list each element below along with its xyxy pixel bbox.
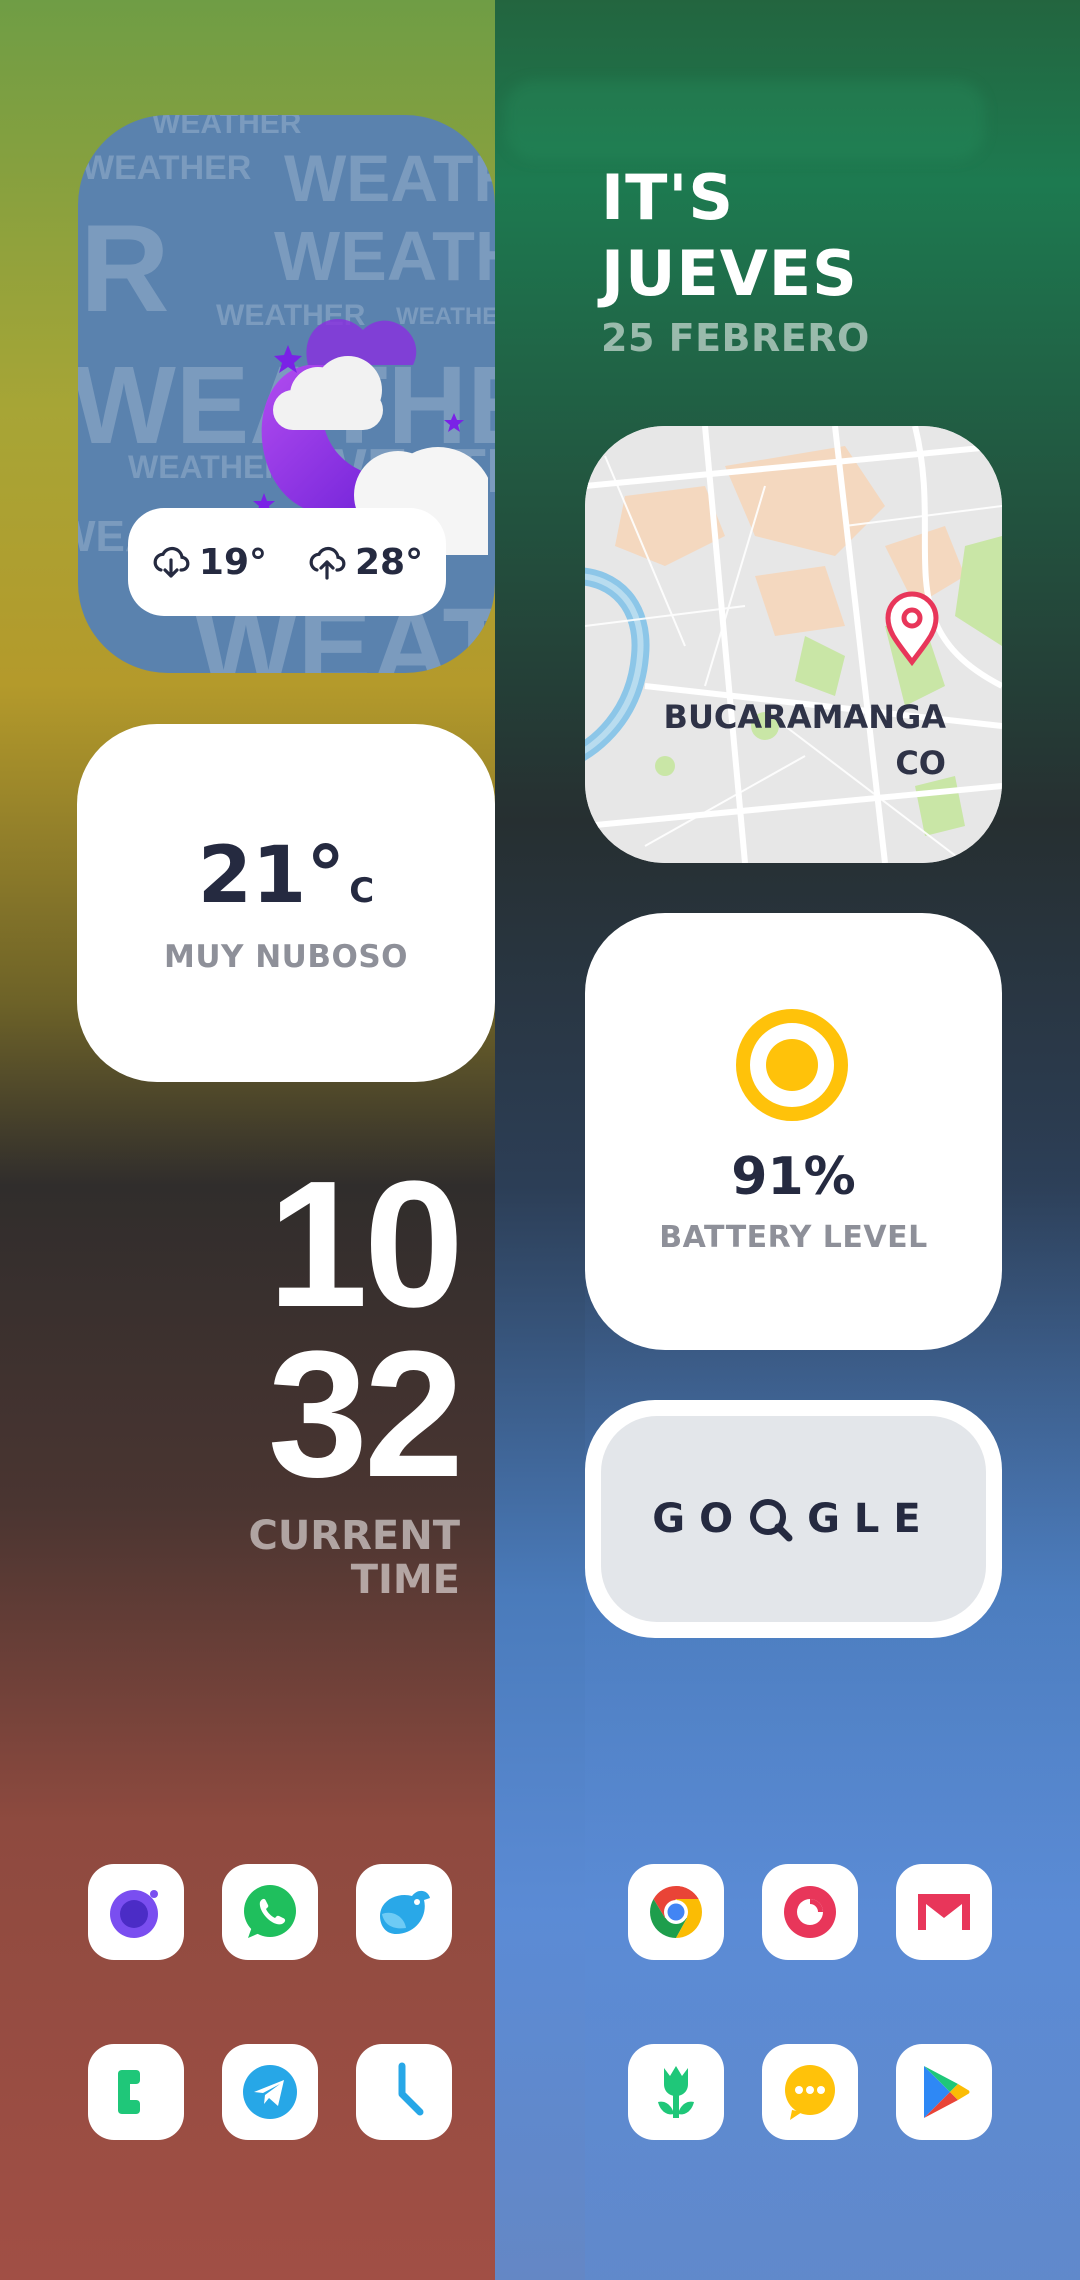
search-icon	[750, 1499, 793, 1542]
search-text-start: GO	[652, 1496, 748, 1542]
high-temp-value: 28°	[355, 541, 424, 583]
battery-widget[interactable]: 91% BATTERY LEVEL	[585, 913, 1002, 1350]
wallpaper-highlight	[505, 80, 985, 160]
google-search-widget[interactable]: GO GLE	[585, 1400, 1002, 1638]
whatsapp-app-icon[interactable]	[222, 1864, 318, 1960]
battery-percent: 91%	[731, 1147, 856, 1207]
high-temp: 28°	[307, 542, 423, 583]
watermark-text: WEATHER	[82, 149, 252, 187]
whatsapp-icon	[244, 1885, 296, 1938]
flower-app-icon[interactable]	[628, 2044, 724, 2140]
date-widget[interactable]: IT'S JUEVES 25 FEBRERO	[601, 160, 870, 360]
map-image	[585, 426, 1002, 863]
clock-hours: 10	[267, 1144, 464, 1345]
chrome-app-icon[interactable]	[628, 1864, 724, 1960]
clock-widget[interactable]: 10 32 CURRENT TIME	[200, 1144, 464, 1603]
bird-icon	[380, 1890, 430, 1934]
battery-label: BATTERY LEVEL	[659, 1220, 928, 1255]
weather-description: MUY NUBOSO	[163, 938, 409, 975]
search-text-end: GLE	[807, 1496, 935, 1542]
bird-app-icon[interactable]	[356, 1864, 452, 1960]
cloud-upload-icon	[309, 546, 346, 580]
day-prefix: IT'S	[601, 161, 734, 234]
temp-range-pill: 19° 28°	[128, 508, 446, 616]
clock-app-icon[interactable]	[356, 2044, 452, 2140]
weather-widget[interactable]: WEATHER WEATHER WEATHER R WEATHER WEATHE…	[78, 115, 495, 673]
low-temp-value: 19°	[198, 541, 267, 583]
day-name: JUEVES	[601, 237, 858, 310]
play-store-app-icon[interactable]	[896, 2044, 992, 2140]
temperature-value: 21°	[197, 830, 346, 921]
watermark-text: WEATHER	[152, 115, 302, 140]
current-temperature: 21° C	[198, 832, 375, 935]
play-store-icon	[924, 2066, 970, 2118]
search-logo-text: GO GLE	[652, 1496, 935, 1542]
moon-cloud-icon	[253, 318, 488, 555]
current-weather-widget[interactable]: 21° C MUY NUBOSO	[77, 724, 495, 1082]
phone-app-icon[interactable]	[88, 2044, 184, 2140]
map-location-label: BUCARAMANGA CO	[664, 694, 946, 786]
camera-icon	[110, 1890, 158, 1938]
clock-label-line1: CURRENT	[248, 1513, 460, 1559]
phone-icon	[118, 2070, 140, 2114]
battery-fill	[766, 1039, 818, 1091]
music-icon	[784, 1886, 836, 1938]
country-code: CO	[895, 744, 946, 782]
gmail-icon	[918, 1894, 970, 1930]
camera-app-icon[interactable]	[88, 1864, 184, 1960]
chrome-icon	[650, 1886, 702, 1938]
clock-icon	[398, 2062, 424, 2116]
messages-icon	[785, 2065, 835, 2120]
watermark-text: WEATHER	[284, 141, 495, 215]
flower-icon	[658, 2066, 694, 2118]
messages-app-icon[interactable]	[762, 2044, 858, 2140]
battery-ring-icon	[736, 1009, 848, 1121]
low-temp: 19°	[151, 542, 267, 583]
clock-minutes: 32	[267, 1314, 464, 1515]
telegram-icon	[243, 2065, 297, 2119]
date-text: 25 FEBRERO	[601, 316, 870, 360]
telegram-app-icon[interactable]	[222, 2044, 318, 2140]
cloud-download-icon	[153, 546, 190, 578]
clock-label: CURRENT TIME	[200, 1514, 460, 1602]
gmail-app-icon[interactable]	[896, 1864, 992, 1960]
clock-label-line2: TIME	[350, 1557, 460, 1603]
location-map-widget[interactable]: BUCARAMANGA CO	[585, 426, 1002, 863]
music-app-icon[interactable]	[762, 1864, 858, 1960]
temperature-unit: C	[349, 870, 375, 911]
search-bar[interactable]: GO GLE	[601, 1416, 986, 1622]
watermark-letter: R	[80, 200, 170, 338]
city-name: BUCARAMANGA	[663, 698, 946, 736]
